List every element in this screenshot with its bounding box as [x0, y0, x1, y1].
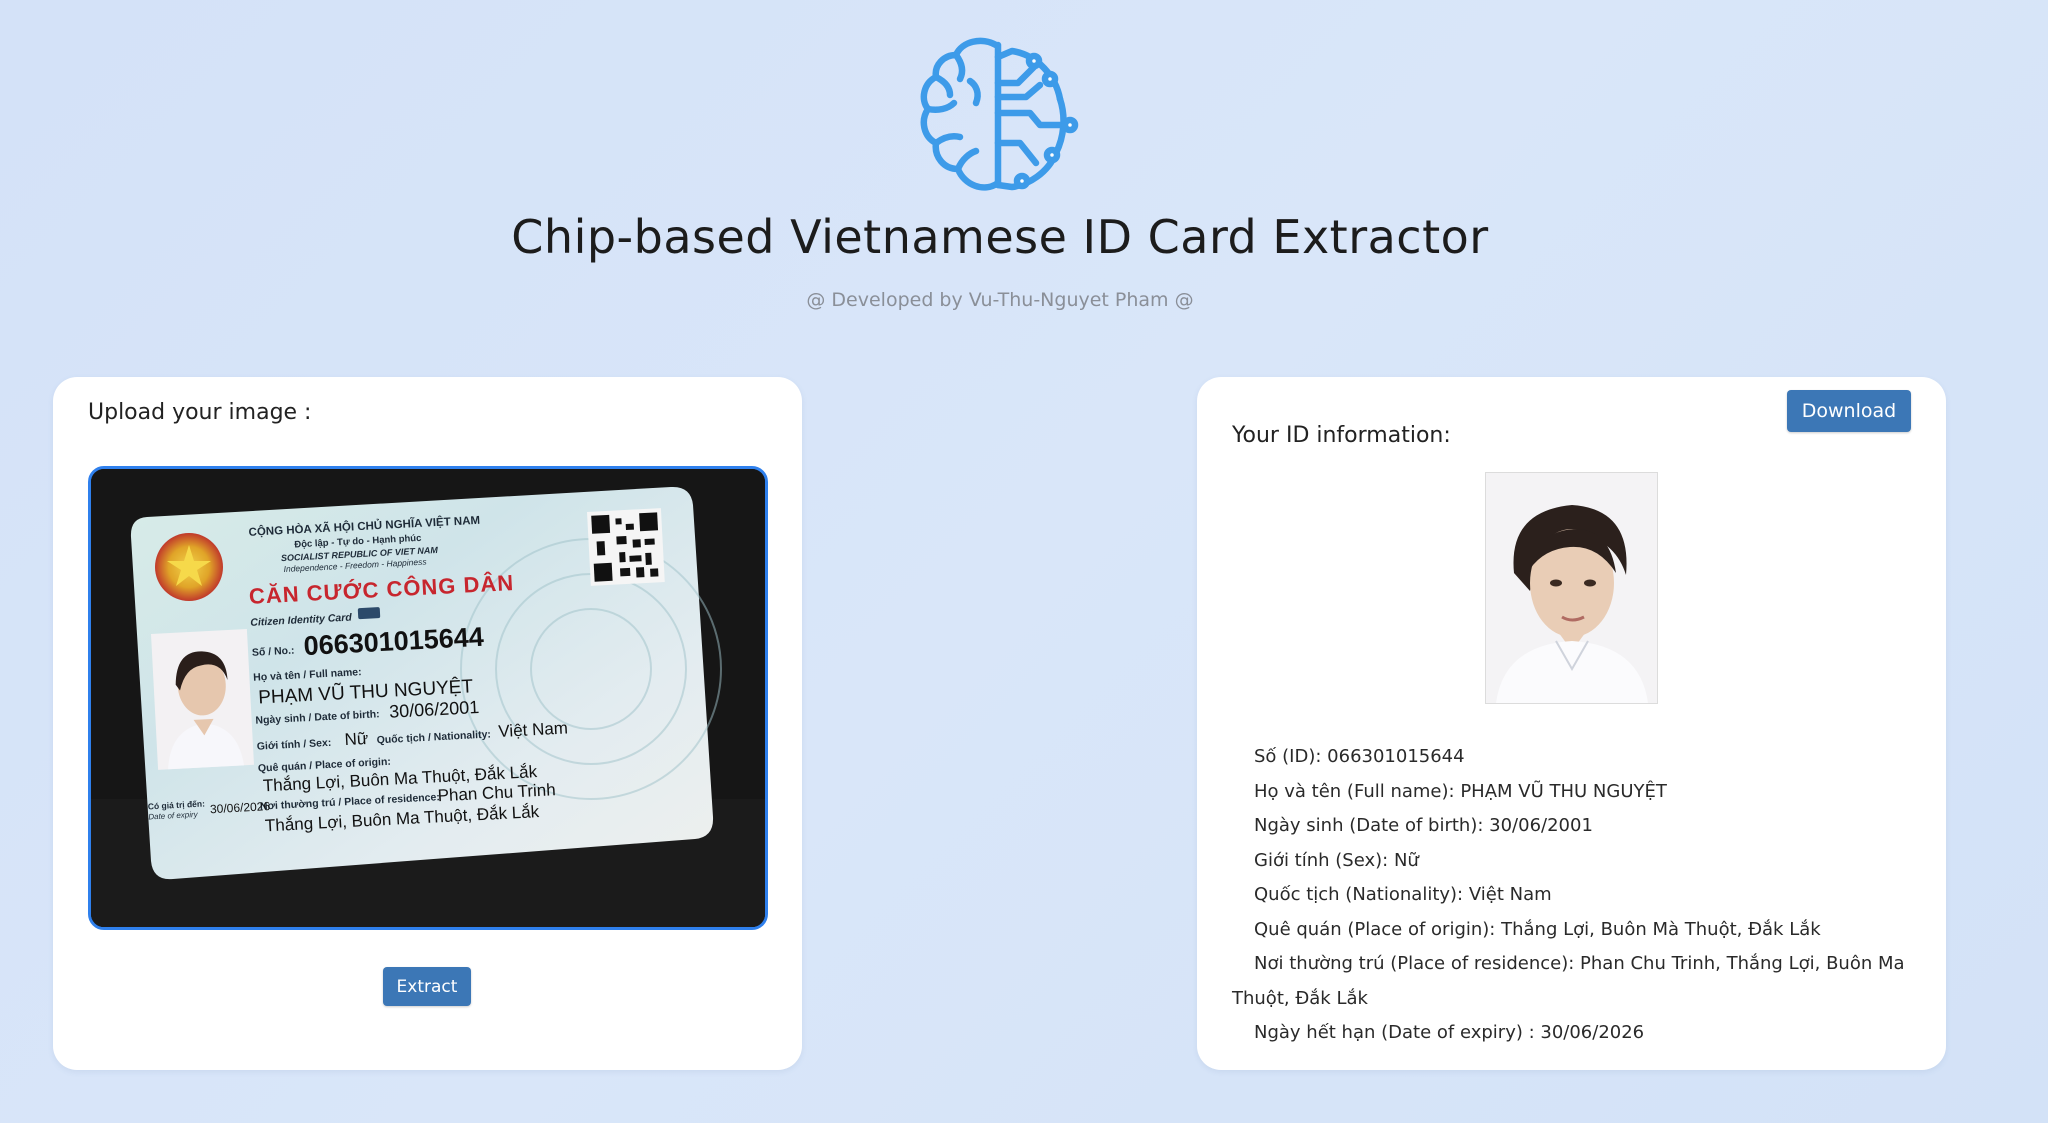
- download-button[interactable]: Download: [1787, 390, 1911, 432]
- page-title: Chip-based Vietnamese ID Card Extractor: [511, 210, 1489, 264]
- id-info-list: Số (ID): 066301015644 Họ và tên (Full na…: [1232, 740, 1912, 1051]
- upload-label: Upload your image :: [88, 400, 312, 425]
- info-place-of-origin: Quê quán (Place of origin): Thắng Lợi, B…: [1254, 918, 1821, 940]
- info-full-name: Họ và tên (Full name): PHẠM VŨ THU NGUYỆ…: [1254, 780, 1667, 802]
- result-panel: Download Your ID information: Số (ID): 0…: [1197, 377, 1946, 1070]
- info-id: Số (ID): 066301015644: [1254, 746, 1465, 767]
- result-label: Your ID information:: [1232, 423, 1451, 448]
- info-place-of-residence: Nơi thường trú (Place of residence): Pha…: [1232, 953, 1905, 1009]
- card-sex: Nữ: [344, 729, 369, 749]
- info-date-of-expiry: Ngày hết hạn (Date of expiry) : 30/06/20…: [1254, 1022, 1645, 1043]
- portrait-photo: [1485, 472, 1658, 704]
- upload-panel: Upload your image : CỘNG HÒA XÃ HỘI CHỦ …: [53, 377, 802, 1070]
- extract-button[interactable]: Extract: [383, 967, 471, 1006]
- card-number-label: Số / No.:: [252, 645, 295, 659]
- uploaded-image[interactable]: CỘNG HÒA XÃ HỘI CHỦ NGHĨA VIỆT NAM Độc l…: [88, 466, 768, 930]
- info-date-of-birth: Ngày sinh (Date of birth): 30/06/2001: [1254, 815, 1593, 836]
- info-nationality: Quốc tịch (Nationality): Việt Nam: [1254, 884, 1552, 905]
- info-sex: Giới tính (Sex): Nữ: [1254, 849, 1419, 871]
- id-card-photo: CỘNG HÒA XÃ HỘI CHỦ NGHĨA VIỆT NAM Độc l…: [91, 469, 765, 927]
- page-subtitle: @ Developed by Vu-Thu-Nguyet Pham @: [806, 289, 1194, 311]
- brain-circuit-icon: [920, 37, 1079, 191]
- card-nationality: Việt Nam: [498, 718, 569, 741]
